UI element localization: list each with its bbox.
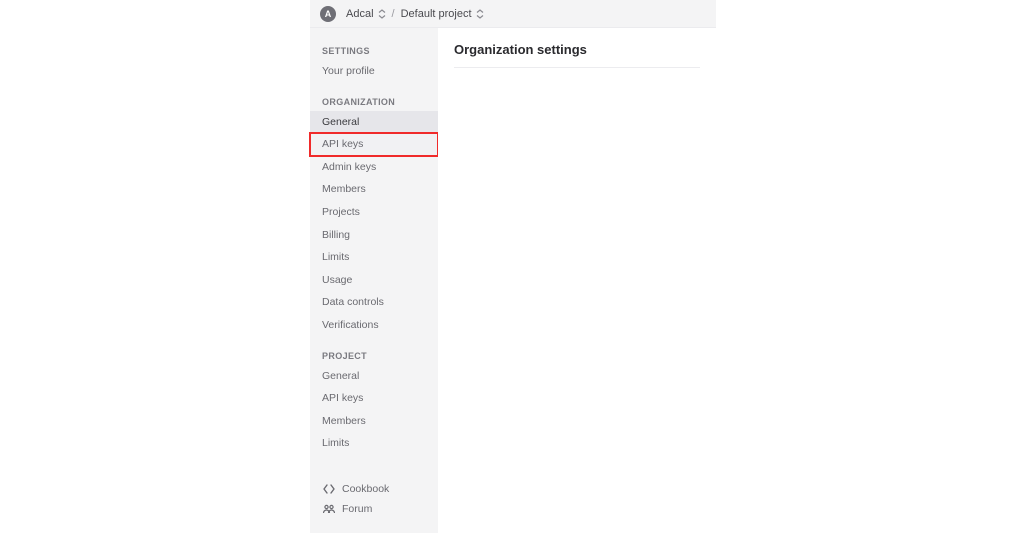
project-name: Default project [401, 8, 472, 20]
footer-link-cookbook[interactable]: Cookbook [310, 479, 438, 499]
settings-sidebar: SETTINGS Your profile ORGANIZATION Gener… [310, 28, 438, 533]
footer-link-forum[interactable]: Forum [310, 499, 438, 519]
sidebar-item-org-members[interactable]: Members [310, 178, 438, 201]
breadcrumb-separator: / [392, 8, 395, 20]
sidebar-item-org-billing[interactable]: Billing [310, 224, 438, 247]
footer-link-label: Cookbook [342, 483, 389, 495]
sidebar-spacer [310, 455, 438, 475]
sidebar-item-your-profile[interactable]: Your profile [310, 60, 438, 83]
topbar: A Adcal / Default project [310, 0, 716, 28]
chevron-updown-icon [476, 9, 484, 19]
forum-icon [322, 504, 336, 514]
section-label-project: PROJECT [310, 345, 438, 365]
chevron-updown-icon [378, 9, 386, 19]
project-switcher[interactable]: Default project [401, 8, 484, 20]
sidebar-item-proj-api-keys[interactable]: API keys [310, 387, 438, 410]
code-icon [322, 484, 336, 494]
sidebar-item-org-general[interactable]: General [310, 111, 438, 134]
page-title: Organization settings [454, 42, 700, 68]
app-window: A Adcal / Default project SETTINGS Your … [310, 0, 716, 533]
sidebar-item-org-usage[interactable]: Usage [310, 269, 438, 292]
sidebar-item-org-verifications[interactable]: Verifications [310, 314, 438, 337]
sidebar-item-proj-general[interactable]: General [310, 365, 438, 388]
body: SETTINGS Your profile ORGANIZATION Gener… [310, 28, 716, 533]
section-label-organization: ORGANIZATION [310, 91, 438, 111]
sidebar-item-proj-members[interactable]: Members [310, 410, 438, 433]
org-name: Adcal [346, 8, 374, 20]
section-label-settings: SETTINGS [310, 40, 438, 60]
sidebar-footer: Cookbook Forum [310, 475, 438, 525]
sidebar-item-org-api-keys[interactable]: API keys [310, 133, 438, 156]
sidebar-item-org-admin-keys[interactable]: Admin keys [310, 156, 438, 179]
sidebar-item-org-limits[interactable]: Limits [310, 246, 438, 269]
org-switcher[interactable]: A Adcal [320, 6, 386, 22]
main-content: Organization settings [438, 28, 716, 533]
sidebar-item-org-data-controls[interactable]: Data controls [310, 291, 438, 314]
sidebar-item-org-projects[interactable]: Projects [310, 201, 438, 224]
footer-link-label: Forum [342, 503, 372, 515]
sidebar-item-proj-limits[interactable]: Limits [310, 432, 438, 455]
org-avatar: A [320, 6, 336, 22]
